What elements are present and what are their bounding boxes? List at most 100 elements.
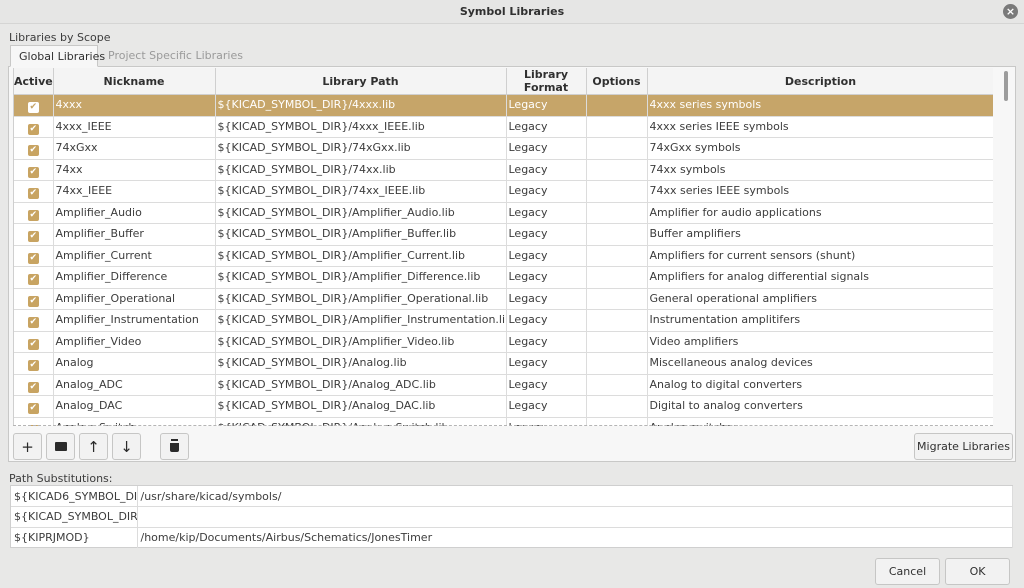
path-cell[interactable]: ${KICAD_SYMBOL_DIR}/Amplifier_Audio.lib <box>215 202 507 224</box>
active-checkbox[interactable]: ✔ <box>27 231 39 242</box>
format-cell[interactable]: Legacy <box>506 266 587 289</box>
table-row[interactable]: ✔ 4xxx ${KICAD_SYMBOL_DIR}/4xxx.lib Legacy 4… <box>14 94 993 117</box>
path-cell[interactable]: ${KICAD_SYMBOL_DIR}/Amplifier_Operationa… <box>215 288 507 310</box>
path-cell[interactable]: ${KICAD_SYMBOL_DIR}/Amplifier_Difference… <box>215 266 507 289</box>
path-cell[interactable]: ${KICAD_SYMBOL_DIR}/4xxx_IEEE.lib <box>215 116 507 138</box>
active-checkbox[interactable]: ✔ <box>27 145 39 156</box>
col-header-description[interactable]: Description <box>647 68 993 95</box>
table-row[interactable]: ✔ Amplifier_Video ${KICAD_SYMBOL_DIR}/Ampl… <box>14 331 993 353</box>
path-name[interactable]: ${KICAD_SYMBOL_DIR} <box>11 506 138 528</box>
move-up-button[interactable]: ↑ <box>79 433 108 460</box>
format-cell[interactable]: Legacy <box>506 94 587 117</box>
path-cell[interactable]: ${KICAD_SYMBOL_DIR}/Amplifier_Instrument… <box>215 309 507 332</box>
format-cell[interactable]: Legacy <box>506 288 587 310</box>
add-library-button[interactable]: + <box>13 433 42 460</box>
options-cell[interactable] <box>586 309 648 332</box>
options-cell[interactable] <box>586 374 648 396</box>
nickname-cell[interactable]: Analog_ADC <box>53 374 216 396</box>
options-cell[interactable] <box>586 288 648 310</box>
table-row[interactable]: ✔ Analog ${KICAD_SYMBOL_DIR}/Analog.lib Leg… <box>14 352 993 375</box>
scrollbar-thumb[interactable] <box>1004 71 1008 101</box>
col-header-library-format[interactable]: Library Format <box>506 68 587 95</box>
active-checkbox[interactable]: ✔ <box>27 274 39 285</box>
options-cell[interactable] <box>586 94 648 117</box>
path-cell[interactable]: ${KICAD_SYMBOL_DIR}/4xxx.lib <box>215 94 507 117</box>
path-cell[interactable]: ${KICAD_SYMBOL_DIR}/Analog_ADC.lib <box>215 374 507 396</box>
tab-global-libraries[interactable]: Global Libraries <box>10 45 105 67</box>
path-cell[interactable]: ${KICAD_SYMBOL_DIR}/Analog.lib <box>215 352 507 375</box>
options-cell[interactable] <box>586 137 648 160</box>
ok-button[interactable]: OK <box>945 558 1010 585</box>
description-cell[interactable]: Buffer amplifiers <box>647 223 993 246</box>
table-row[interactable]: ✔ Amplifier_Current ${KICAD_SYMBOL_DIR}/Am… <box>14 245 993 267</box>
format-cell[interactable]: Legacy <box>506 137 587 160</box>
move-down-button[interactable]: ↓ <box>112 433 141 460</box>
active-checkbox[interactable]: ✔ <box>27 317 39 328</box>
description-cell[interactable]: Instrumentation amplitifers <box>647 309 993 332</box>
tab-project-libraries[interactable]: Project Specific Libraries <box>100 45 243 67</box>
nickname-cell[interactable]: 74xGxx <box>53 137 216 160</box>
active-checkbox[interactable]: ✔ <box>27 209 39 221</box>
nickname-cell[interactable]: Amplifier_Difference <box>53 266 216 289</box>
active-checkbox[interactable]: ✔ <box>27 123 39 135</box>
table-row[interactable]: ✔ Amplifier_Difference ${KICAD_SYMBOL_DIR}… <box>14 266 993 289</box>
nickname-cell[interactable]: 4xxx <box>53 94 216 117</box>
description-cell[interactable]: Digital to analog converters <box>647 395 993 418</box>
col-header-nickname[interactable]: Nickname <box>53 68 216 95</box>
path-cell[interactable]: ${KICAD_SYMBOL_DIR}/Amplifier_Current.li… <box>215 245 507 267</box>
table-row[interactable]: ✔ 74xx_IEEE ${KICAD_SYMBOL_DIR}/74xx_IEEE.… <box>14 180 993 203</box>
col-header-options[interactable]: Options <box>586 68 648 95</box>
options-cell[interactable] <box>586 159 648 181</box>
active-checkbox[interactable]: ✔ <box>27 360 39 371</box>
path-value[interactable] <box>137 506 1013 528</box>
active-checkbox[interactable]: ✔ <box>27 166 39 178</box>
description-cell[interactable]: Analog to digital converters <box>647 374 993 396</box>
options-cell[interactable] <box>586 202 648 224</box>
format-cell[interactable]: Legacy <box>506 374 587 396</box>
table-row[interactable]: ✔ Amplifier_Operational ${KICAD_SYMBOL_DIR… <box>14 288 993 310</box>
cancel-button[interactable]: Cancel <box>875 558 940 585</box>
path-name[interactable]: ${KICAD6_SYMBOL_DIR} <box>11 486 138 507</box>
format-cell[interactable]: Legacy <box>506 245 587 267</box>
options-cell[interactable] <box>586 180 648 203</box>
active-checkbox[interactable]: ✔ <box>27 338 39 350</box>
col-header-library-path[interactable]: Library Path <box>215 68 507 95</box>
path-cell[interactable]: ${KICAD_SYMBOL_DIR}/74xGxx.lib <box>215 137 507 160</box>
description-cell[interactable]: General operational amplifiers <box>647 288 993 310</box>
remove-library-button[interactable] <box>160 433 189 460</box>
options-cell[interactable] <box>586 266 648 289</box>
table-row[interactable]: ✔ Analog_DAC ${KICAD_SYMBOL_DIR}/Analog_DA… <box>14 395 993 418</box>
nickname-cell[interactable]: Amplifier_Operational <box>53 288 216 310</box>
nickname-cell[interactable]: Analog_DAC <box>53 395 216 418</box>
nickname-cell[interactable]: Amplifier_Buffer <box>53 223 216 246</box>
path-cell[interactable]: ${KICAD_SYMBOL_DIR}/Analog_DAC.lib <box>215 395 507 418</box>
path-cell[interactable]: ${KICAD_SYMBOL_DIR}/Amplifier_Buffer.lib <box>215 223 507 246</box>
description-cell[interactable]: Miscellaneous analog devices <box>647 352 993 375</box>
nickname-cell[interactable]: Amplifier_Video <box>53 331 216 353</box>
format-cell[interactable]: Legacy <box>506 223 587 246</box>
table-row[interactable]: ✔ Analog_ADC ${KICAD_SYMBOL_DIR}/Analog_AD… <box>14 374 993 396</box>
description-cell[interactable]: 4xxx series IEEE symbols <box>647 116 993 138</box>
description-cell[interactable]: 74xx series IEEE symbols <box>647 180 993 203</box>
options-cell[interactable] <box>586 245 648 267</box>
table-row[interactable]: ✔ 74xx ${KICAD_SYMBOL_DIR}/74xx.lib Legacy 7… <box>14 159 993 181</box>
format-cell[interactable]: Legacy <box>506 331 587 353</box>
migrate-libraries-button[interactable]: Migrate Libraries <box>914 433 1013 460</box>
format-cell[interactable]: Legacy <box>506 395 587 418</box>
active-checkbox[interactable]: ✔ <box>27 102 39 113</box>
grid-scrollbar[interactable] <box>1002 69 1010 426</box>
options-cell[interactable] <box>586 395 648 418</box>
table-row[interactable]: ✔ 4xxx_IEEE ${KICAD_SYMBOL_DIR}/4xxx_IEEE.… <box>14 116 993 138</box>
description-cell[interactable]: Video amplifiers <box>647 331 993 353</box>
format-cell[interactable]: Legacy <box>506 202 587 224</box>
description-cell[interactable]: 4xxx series symbols <box>647 94 993 117</box>
format-cell[interactable]: Legacy <box>506 159 587 181</box>
browse-library-button[interactable] <box>46 433 75 460</box>
format-cell[interactable]: Legacy <box>506 116 587 138</box>
format-cell[interactable]: Legacy <box>506 180 587 203</box>
table-row[interactable]: ✔ Amplifier_Buffer ${KICAD_SYMBOL_DIR}/Amp… <box>14 223 993 246</box>
active-checkbox[interactable]: ✔ <box>27 381 39 393</box>
description-cell[interactable]: 74xGxx symbols <box>647 137 993 160</box>
description-cell[interactable]: 74xx symbols <box>647 159 993 181</box>
table-row[interactable]: ✔ 74xGxx ${KICAD_SYMBOL_DIR}/74xGxx.lib Leg… <box>14 137 993 160</box>
